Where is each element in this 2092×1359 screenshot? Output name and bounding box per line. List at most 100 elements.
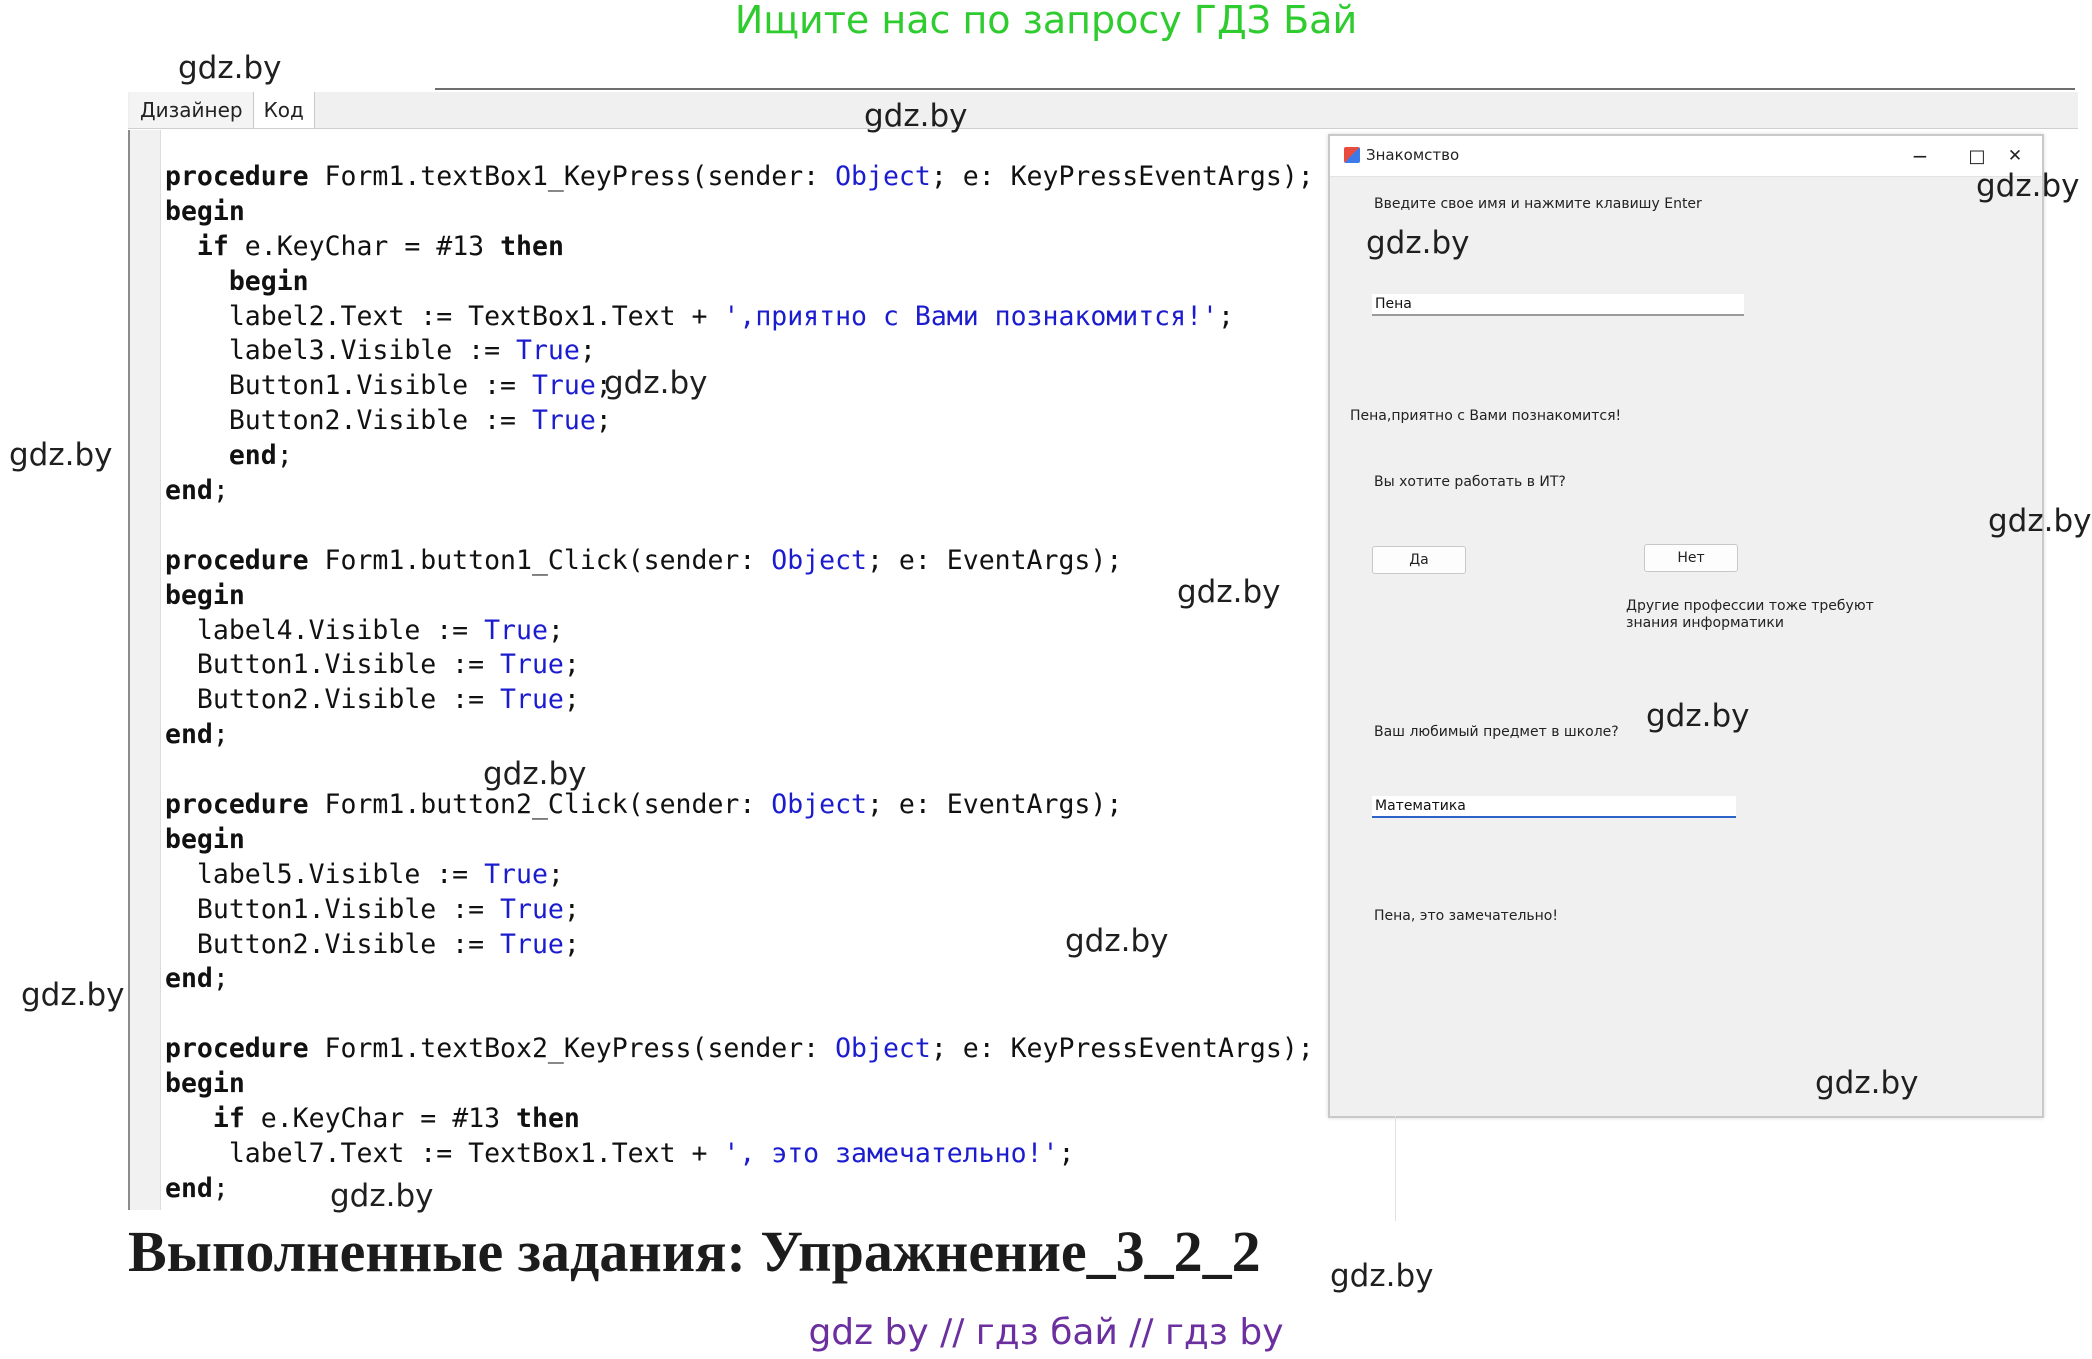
footer-links[interactable]: gdz by // гдз бай // гдз by (0, 1312, 2092, 1353)
code-text: ; e: KeyPressEventArgs); (930, 161, 1314, 192)
watermark: gdz.by (1366, 225, 1470, 261)
code-text: e.KeyChar = #13 (228, 230, 501, 262)
code-text: ; e: EventArgs); (867, 544, 1123, 576)
code-line: Button2.Visible := True; (165, 683, 1314, 718)
code-text: ; (547, 614, 564, 646)
code-line: label7.Text := TextBox1.Text + ', это за… (165, 1137, 1314, 1172)
watermark: gdz.by (604, 365, 708, 401)
code-line: Button1.Visible := True; (165, 648, 1314, 683)
code-keyword: if (196, 230, 229, 262)
question-subject-label: Ваш любимый предмет в школе? (1374, 724, 1619, 740)
code-text: ; (1058, 1137, 1075, 1169)
code-text: Form1.button2_Click(sender: (308, 789, 772, 821)
code-literal: ',приятно с Вами познакомится!' (723, 300, 1218, 332)
code-keyword: end (165, 1172, 213, 1204)
code-literal: True (484, 614, 548, 646)
form-title: Знакомство (1366, 146, 1460, 164)
code-text: Button1.Visible := (165, 893, 501, 925)
code-literal: True (500, 684, 564, 716)
code-line: end; (165, 439, 1314, 474)
result-label: Пена, это замечательно! (1374, 908, 1558, 924)
code-keyword: begin (165, 195, 245, 227)
code-text: ; (1218, 300, 1234, 332)
code-gutter-border (128, 130, 130, 1210)
form-window: Знакомство − □ ✕ Введите свое имя и нажм… (1328, 134, 2044, 1118)
code-literal: True (500, 649, 564, 681)
code-keyword: begin (228, 265, 309, 297)
watermark: gdz.by (21, 977, 125, 1013)
code-keyword: procedure (165, 544, 309, 576)
watermark: gdz.by (1815, 1065, 1919, 1101)
code-text: ; (212, 475, 229, 507)
code-line: procedure Form1.button2_Click(sender: Ob… (165, 788, 1314, 823)
code-line: begin (165, 823, 1314, 858)
watermark: gdz.by (864, 98, 968, 134)
code-text: label7.Text := TextBox1.Text + (165, 1137, 724, 1169)
code-text: Form1.textBox1_KeyPress(sender: (308, 161, 836, 192)
code-text: Button2.Visible := (165, 928, 501, 960)
question-it-label: Вы хотите работать в ИТ? (1374, 474, 1566, 490)
code-text: ; (595, 405, 612, 437)
code-literal: Object (835, 161, 931, 192)
ide-tabs: Дизайнер Код (130, 92, 315, 128)
code-literal: True (531, 370, 596, 402)
form-titlebar[interactable]: Знакомство − □ ✕ (1330, 136, 2042, 177)
other-professions-label: Другие профессии тоже требуют знания инф… (1626, 598, 1874, 631)
code-text: label5.Visible := (165, 858, 485, 890)
code-keyword: end (165, 475, 213, 507)
code-text: ; (547, 858, 564, 890)
watermark: gdz.by (9, 437, 113, 473)
minimize-button[interactable]: − (1895, 140, 1945, 172)
watermark: gdz.by (483, 756, 587, 792)
code-text: Form1.button1_Click(sender: (308, 544, 772, 576)
code-line: if e.KeyChar = #13 then (165, 1102, 1314, 1137)
code-text: ; (212, 1172, 229, 1204)
subject-input[interactable] (1372, 796, 1736, 818)
code-keyword: end (165, 963, 213, 995)
code-text: ; e: EventArgs); (867, 789, 1123, 821)
code-line: begin (165, 1067, 1314, 1102)
code-keyword: begin (165, 823, 245, 855)
watermark: gdz.by (1177, 574, 1281, 610)
watermark: gdz.by (1988, 503, 2092, 539)
code-text: e.KeyChar = #13 (244, 1103, 517, 1135)
ide-top-border (435, 88, 2075, 90)
code-text: ; (563, 649, 580, 681)
code-text: label2.Text := TextBox1.Text + (165, 300, 724, 332)
code-text: ; (212, 963, 229, 995)
code-line: Button1.Visible := True; (165, 369, 1314, 404)
code-literal: True (516, 335, 580, 367)
code-text: Button2.Visible := (165, 405, 532, 437)
code-text: ; (563, 893, 580, 925)
code-literal: True (500, 928, 564, 960)
code-literal: ', это замечательно!' (723, 1137, 1059, 1169)
code-text: ; (563, 684, 580, 716)
code-keyword: procedure (165, 789, 309, 821)
yes-button[interactable]: Да (1372, 546, 1466, 574)
code-keyword: begin (165, 579, 245, 611)
code-text: Form1.textBox2_KeyPress(sender: (308, 1033, 836, 1065)
tab-code[interactable]: Код (253, 92, 315, 128)
watermark: gdz.by (1646, 698, 1750, 734)
code-line: procedure Form1.button1_Click(sender: Ob… (165, 544, 1314, 579)
name-input[interactable] (1372, 294, 1744, 316)
code-literal: True (484, 858, 548, 890)
code-line: begin (165, 579, 1314, 614)
code-editor[interactable]: procedure Form1.textBox1_KeyPress(sender… (165, 160, 1314, 1207)
code-line: label4.Visible := True; (165, 614, 1314, 649)
no-button[interactable]: Нет (1644, 544, 1738, 572)
code-text: ; (579, 335, 596, 367)
code-text: Button2.Visible := (165, 684, 501, 716)
greeting-label: Пена,приятно с Вами познакомится! (1350, 408, 1622, 424)
watermark: gdz.by (1330, 1258, 1434, 1294)
code-text: Button1.Visible := (165, 649, 501, 681)
tab-designer[interactable]: Дизайнер (130, 92, 254, 128)
code-keyword: then (516, 1103, 580, 1135)
code-literal: Object (835, 1033, 931, 1065)
code-keyword: if (212, 1103, 245, 1135)
